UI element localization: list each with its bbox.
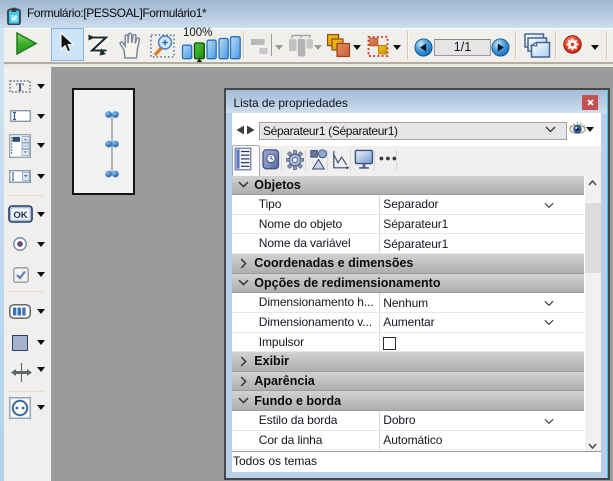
svg-text:T: T — [16, 80, 24, 93]
svg-text:OK: OK — [13, 210, 27, 221]
